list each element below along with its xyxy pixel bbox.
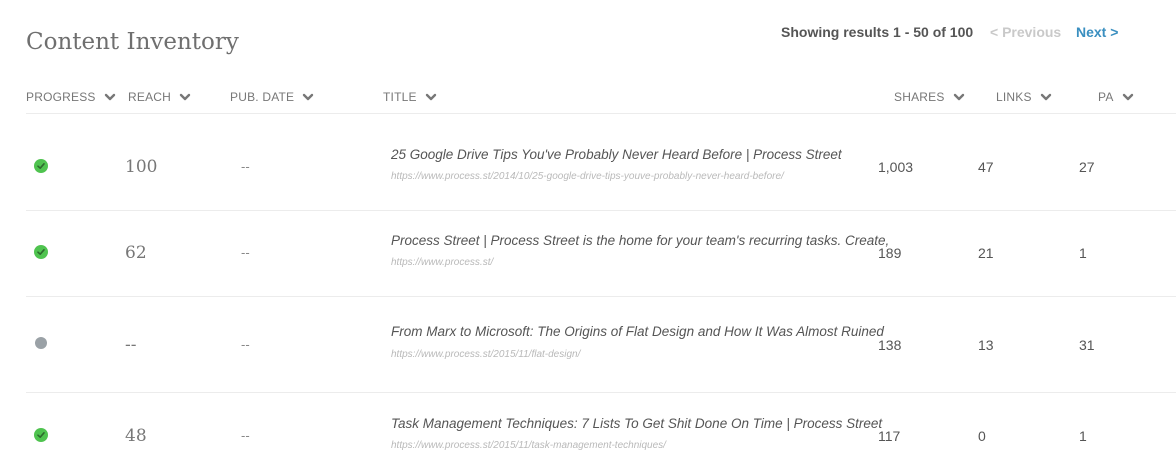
shares-value: 117 — [878, 428, 901, 444]
column-header-label: PUB. DATE — [230, 90, 295, 104]
content-url-link[interactable]: https://www.process.st/2014/10/25-google… — [391, 171, 784, 182]
chevron-down-icon — [179, 93, 191, 101]
pa-value: 31 — [1079, 337, 1095, 353]
column-header-label: SHARES — [894, 90, 945, 104]
pa-value: 1 — [1079, 428, 1087, 444]
column-header-pub-date[interactable]: PUB. DATE — [230, 90, 314, 104]
table-row[interactable]: -- -- From Marx to Microsoft: The Origin… — [0, 297, 1176, 392]
content-title-link[interactable]: Process Street | Process Street is the h… — [391, 233, 889, 248]
content-title-link[interactable]: From Marx to Microsoft: The Origins of F… — [391, 324, 884, 339]
results-count: Showing results 1 - 50 of 100 — [781, 24, 974, 40]
check-icon — [34, 245, 48, 259]
chevron-down-icon — [425, 93, 436, 101]
links-value: 0 — [978, 428, 986, 444]
page-title: Content Inventory — [26, 29, 239, 56]
pub-date-value: -- — [241, 245, 250, 260]
shares-value: 189 — [878, 245, 902, 261]
pa-value: 1 — [1079, 245, 1087, 261]
links-value: 21 — [978, 245, 994, 261]
column-header-links[interactable]: LINKS — [996, 90, 1052, 104]
table-row[interactable]: 62 -- Process Street | Process Street is… — [0, 211, 1176, 296]
pub-date-value: -- — [241, 337, 250, 352]
column-header-reach[interactable]: REACH — [128, 90, 191, 104]
content-url-link[interactable]: https://www.process.st/2015/11/task-mana… — [391, 440, 666, 451]
links-value: 47 — [978, 159, 994, 175]
reach-value: -- — [125, 335, 137, 355]
column-header-label: PA — [1098, 90, 1114, 104]
column-header-pa[interactable]: PA — [1098, 90, 1134, 104]
chevron-down-icon — [953, 93, 964, 101]
links-value: 13 — [978, 337, 994, 353]
shares-value: 138 — [878, 337, 902, 353]
reach-value: 48 — [125, 426, 147, 446]
chevron-down-icon — [303, 93, 314, 101]
chevron-down-icon — [1040, 93, 1051, 101]
table-row[interactable]: 48 -- Task Management Techniques: 7 List… — [0, 393, 1176, 471]
column-header-shares[interactable]: SHARES — [894, 90, 965, 104]
content-url-link[interactable]: https://www.process.st/ — [391, 257, 493, 268]
pub-date-value: -- — [241, 159, 250, 174]
shares-value: 1,003 — [878, 159, 914, 175]
check-icon — [34, 159, 48, 173]
column-header-label: REACH — [128, 90, 172, 104]
reach-value: 62 — [125, 243, 147, 263]
column-header-label: LINKS — [996, 90, 1032, 104]
reach-value: 100 — [125, 157, 158, 177]
next-page-link[interactable]: Next > — [1076, 24, 1118, 40]
content-title-link[interactable]: 25 Google Drive Tips You've Probably Nev… — [391, 147, 842, 162]
content-url-link[interactable]: https://www.process.st/2015/11/flat-desi… — [391, 349, 580, 360]
pub-date-value: -- — [241, 428, 250, 443]
table-row[interactable]: 100 -- 25 Google Drive Tips You've Proba… — [0, 114, 1176, 210]
chevron-down-icon — [1122, 93, 1133, 101]
chevron-down-icon — [104, 93, 115, 101]
column-header-label: TITLE — [383, 90, 417, 104]
column-header-title[interactable]: TITLE — [383, 90, 437, 104]
column-header-progress[interactable]: PROGRESS — [26, 90, 116, 104]
content-title-link[interactable]: Task Management Techniques: 7 Lists To G… — [391, 416, 882, 431]
pa-value: 27 — [1079, 159, 1095, 175]
check-icon — [34, 428, 48, 442]
previous-page-link[interactable]: < Previous — [990, 24, 1061, 40]
dot-icon — [35, 337, 47, 349]
column-header-label: PROGRESS — [26, 90, 96, 104]
